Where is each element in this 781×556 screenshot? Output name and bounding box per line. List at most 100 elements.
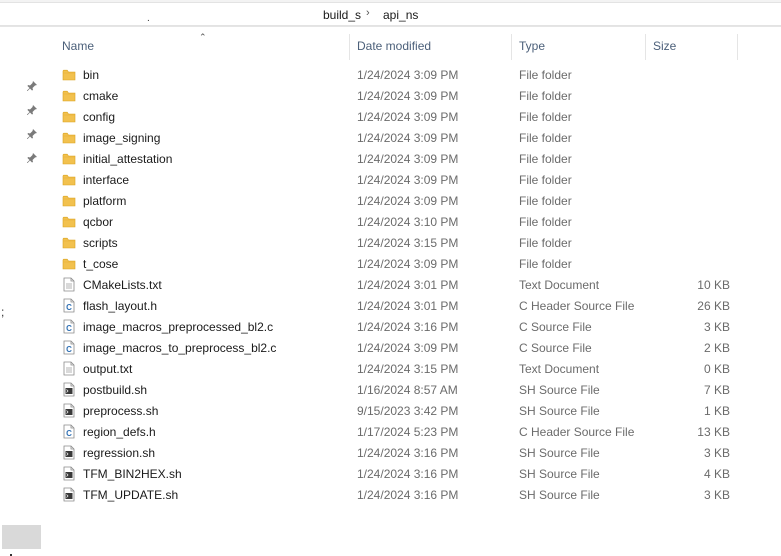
- breadcrumb[interactable]: . build_s › api_ns: [0, 2, 781, 26]
- column-divider[interactable]: [349, 34, 350, 60]
- file-size: 4 KB: [703, 467, 730, 481]
- navigation-pane: ;: [0, 27, 44, 556]
- file-row[interactable]: regression.sh 1/24/2024 3:16 PM SH Source …: [44, 442, 781, 463]
- sh-file-icon: [62, 403, 76, 418]
- file-date-modified: 1/24/2024 3:16 PM: [357, 320, 459, 334]
- folder-icon: [62, 67, 76, 82]
- file-date-modified: 1/16/2024 8:57 AM: [357, 383, 458, 397]
- pin-icon[interactable]: [26, 104, 38, 116]
- file-row[interactable]: output.txt 1/24/2024 3:15 PM Text Document…: [44, 358, 781, 379]
- file-date-modified: 1/24/2024 3:16 PM: [357, 446, 459, 460]
- breadcrumb-segment-build-s[interactable]: build_s: [323, 8, 361, 22]
- column-header-size[interactable]: Size: [653, 34, 676, 60]
- file-row[interactable]: qcbor 1/24/2024 3:10 PM File folder: [44, 211, 781, 232]
- breadcrumb-separator-icon[interactable]: ›: [366, 7, 370, 19]
- file-row[interactable]: t_cose 1/24/2024 3:09 PM File folder: [44, 253, 781, 274]
- file-date-modified: 1/24/2024 3:09 PM: [357, 89, 459, 103]
- file-name: interface: [83, 173, 130, 187]
- nav-selected-item[interactable]: [2, 525, 41, 549]
- file-name: initial_attestation: [83, 152, 173, 166]
- svg-text:C: C: [66, 429, 72, 438]
- file-type: File folder: [519, 110, 572, 124]
- file-row[interactable]: postbuild.sh 1/16/2024 8:57 AM SH Source F…: [44, 379, 781, 400]
- file-row[interactable]: config 1/24/2024 3:09 PM File folder: [44, 106, 781, 127]
- file-name: config: [83, 110, 116, 124]
- file-row[interactable]: initial_attestation 1/24/2024 3:09 PM File…: [44, 148, 781, 169]
- text-file-icon: [62, 277, 76, 292]
- file-size: 3 KB: [703, 446, 730, 460]
- svg-text:C: C: [66, 345, 72, 354]
- file-size: 3 KB: [703, 320, 730, 334]
- file-row[interactable]: Cimage_macros_to_preprocess_bl2.c 1/24/20…: [44, 337, 781, 358]
- sh-file-icon: [62, 466, 76, 481]
- file-date-modified: 1/17/2024 5:23 PM: [357, 425, 459, 439]
- file-type: SH Source File: [519, 488, 600, 502]
- folder-icon: [62, 214, 76, 229]
- file-name: TFM_UPDATE.sh: [83, 488, 179, 502]
- folder-icon: [62, 130, 76, 145]
- file-size: 7 KB: [703, 383, 730, 397]
- file-row[interactable]: image_signing 1/24/2024 3:09 PM File folde…: [44, 127, 781, 148]
- file-date-modified: 1/24/2024 3:16 PM: [357, 488, 459, 502]
- file-name: output.txt: [83, 362, 133, 376]
- file-list: bin 1/24/2024 3:09 PM File folder cmake 1/24…: [44, 64, 781, 505]
- file-row[interactable]: Cflash_layout.h 1/24/2024 3:01 PM C Header…: [44, 295, 781, 316]
- column-divider[interactable]: [511, 34, 512, 60]
- file-name: t_cose: [83, 257, 119, 271]
- file-row[interactable]: platform 1/24/2024 3:09 PM File folder: [44, 190, 781, 211]
- file-row[interactable]: Cimage_macros_preprocessed_bl2.c 1/24/202…: [44, 316, 781, 337]
- file-name: region_defs.h: [83, 425, 156, 439]
- sort-ascending-icon: ⌃: [199, 32, 207, 42]
- file-size: 13 KB: [697, 425, 730, 439]
- column-divider[interactable]: [645, 34, 646, 60]
- file-name: preprocess.sh: [83, 404, 159, 418]
- column-divider[interactable]: [737, 34, 738, 60]
- file-row[interactable]: Cregion_defs.h 1/17/2024 5:23 PM C Header …: [44, 421, 781, 442]
- folder-icon: [62, 172, 76, 187]
- file-row[interactable]: preprocess.sh 9/15/2023 3:42 PM SH Source …: [44, 400, 781, 421]
- folder-icon: [62, 109, 76, 124]
- file-name: scripts: [83, 236, 118, 250]
- file-type: C Source File: [519, 320, 592, 334]
- file-date-modified: 1/24/2024 3:09 PM: [357, 110, 459, 124]
- column-header-type[interactable]: Type: [519, 34, 545, 60]
- file-date-modified: 1/24/2024 3:15 PM: [357, 362, 459, 376]
- address-bar-marker: .: [147, 13, 150, 24]
- pin-icon[interactable]: [26, 80, 38, 92]
- c-file-icon: C: [62, 319, 76, 334]
- file-date-modified: 1/24/2024 3:09 PM: [357, 68, 459, 82]
- file-type: SH Source File: [519, 404, 600, 418]
- file-name: postbuild.sh: [83, 383, 148, 397]
- file-row[interactable]: bin 1/24/2024 3:09 PM File folder: [44, 64, 781, 85]
- file-row[interactable]: TFM_BIN2HEX.sh 1/24/2024 3:16 PM SH Source…: [44, 463, 781, 484]
- file-size: 10 KB: [697, 278, 730, 292]
- file-size: 2 KB: [703, 341, 730, 355]
- file-row[interactable]: interface 1/24/2024 3:09 PM File folder: [44, 169, 781, 190]
- column-header-date-modified[interactable]: Date modified: [357, 34, 431, 60]
- file-type: File folder: [519, 257, 572, 271]
- file-row[interactable]: TFM_UPDATE.sh 1/24/2024 3:16 PM SH Source …: [44, 484, 781, 505]
- nav-truncated-item[interactable]: ;: [1, 305, 4, 319]
- pin-icon[interactable]: [26, 128, 38, 140]
- column-header-name[interactable]: Name: [62, 34, 94, 60]
- file-name: platform: [83, 194, 127, 208]
- file-date-modified: 1/24/2024 3:10 PM: [357, 215, 459, 229]
- folder-icon: [62, 256, 76, 271]
- file-row[interactable]: cmake 1/24/2024 3:09 PM File folder: [44, 85, 781, 106]
- svg-text:C: C: [66, 324, 72, 333]
- file-type: SH Source File: [519, 467, 600, 481]
- file-type: Text Document: [519, 278, 600, 292]
- folder-icon: [62, 235, 76, 250]
- file-type: Text Document: [519, 362, 600, 376]
- file-row[interactable]: scripts 1/24/2024 3:15 PM File folder: [44, 232, 781, 253]
- file-type: File folder: [519, 194, 572, 208]
- file-row[interactable]: CMakeLists.txt 1/24/2024 3:01 PM Text Docu…: [44, 274, 781, 295]
- file-date-modified: 1/24/2024 3:01 PM: [357, 278, 459, 292]
- pin-icon[interactable]: [26, 152, 38, 164]
- file-name: TFM_BIN2HEX.sh: [83, 467, 182, 481]
- breadcrumb-segment-api-ns[interactable]: api_ns: [383, 8, 418, 22]
- file-name: qcbor: [83, 215, 114, 229]
- file-type: File folder: [519, 89, 572, 103]
- address-bar[interactable]: . build_s › api_ns: [0, 0, 781, 27]
- file-type: File folder: [519, 68, 572, 82]
